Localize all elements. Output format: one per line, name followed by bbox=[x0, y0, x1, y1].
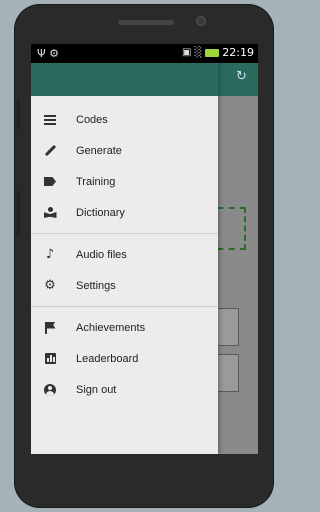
menu-item-audio-files[interactable]: ♪ Audio files bbox=[31, 239, 218, 270]
menu-item-label: Codes bbox=[76, 113, 108, 126]
menu-divider bbox=[31, 306, 218, 307]
volume-button bbox=[17, 100, 20, 130]
list-icon bbox=[43, 113, 57, 127]
power-button bbox=[17, 190, 20, 235]
menu-item-label: Leaderboard bbox=[76, 352, 139, 365]
phone-speaker bbox=[118, 20, 174, 25]
menu-item-achievements[interactable]: Achievements bbox=[31, 312, 218, 343]
phone-camera bbox=[196, 16, 206, 26]
chart-icon bbox=[43, 352, 57, 366]
menu-item-label: Achievements bbox=[76, 321, 146, 334]
status-signal-icons: ▣ ░ bbox=[181, 47, 203, 58]
menu-item-label: Audio files bbox=[76, 248, 127, 261]
menu-item-label: Sign out bbox=[76, 383, 117, 396]
menu-group-main: Codes Generate Training Dictionary bbox=[31, 104, 218, 228]
menu-item-training[interactable]: Training bbox=[31, 166, 218, 197]
gear-icon: ⚙ bbox=[44, 277, 56, 293]
battery-icon bbox=[205, 49, 220, 57]
device-screen: Ψ ⚙ ▣ ░ 22:19 ↻ Codes Generate Training … bbox=[31, 44, 258, 454]
menu-item-leaderboard[interactable]: Leaderboard bbox=[31, 343, 218, 374]
navigation-drawer: Codes Generate Training Dictionary ♪ Aud… bbox=[31, 63, 218, 454]
status-notification-icons: Ψ ⚙ bbox=[37, 47, 60, 60]
status-bar: Ψ ⚙ ▣ ░ 22:19 bbox=[31, 44, 258, 63]
status-time: 22:19 bbox=[222, 46, 254, 59]
pencil-icon bbox=[43, 144, 57, 158]
menu-group-account: Achievements Leaderboard Sign out bbox=[31, 312, 218, 405]
menu-item-generate[interactable]: Generate bbox=[31, 135, 218, 166]
book-icon bbox=[43, 206, 57, 220]
menu-item-sign-out[interactable]: Sign out bbox=[31, 374, 218, 405]
music-note-icon: ♪ bbox=[45, 246, 55, 262]
menu-divider bbox=[31, 233, 218, 234]
account-icon bbox=[43, 383, 57, 397]
menu-group-media: ♪ Audio files ⚙ Settings bbox=[31, 239, 218, 301]
menu-item-label: Generate bbox=[76, 144, 122, 157]
tag-icon bbox=[43, 175, 57, 189]
menu-item-label: Training bbox=[76, 175, 116, 188]
menu-item-codes[interactable]: Codes bbox=[31, 104, 218, 135]
menu-item-settings[interactable]: ⚙ Settings bbox=[31, 270, 218, 301]
menu-item-dictionary[interactable]: Dictionary bbox=[31, 197, 218, 228]
menu-item-label: Dictionary bbox=[76, 206, 125, 219]
flag-icon bbox=[43, 321, 57, 335]
refresh-icon[interactable]: ↻ bbox=[236, 70, 250, 84]
menu-item-label: Settings bbox=[76, 279, 116, 292]
drawer-header bbox=[31, 63, 218, 96]
